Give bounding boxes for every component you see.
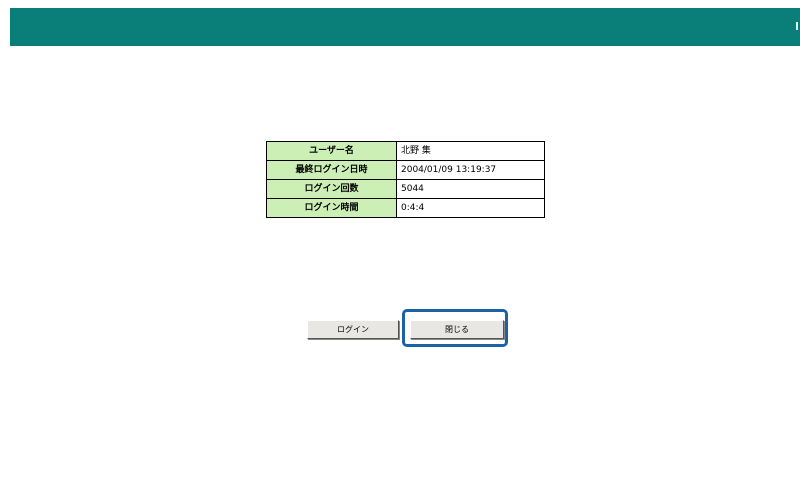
last-login-value: 2004/01/09 13:19:37 <box>396 160 545 180</box>
table-row: ログイン時間 0:4:4 <box>266 198 545 218</box>
login-info-table: ユーザー名 北野 集 最終ログイン日時 2004/01/09 13:19:37 … <box>266 141 545 218</box>
table-row: ログイン回数 5044 <box>266 179 545 199</box>
login-time-value: 0:4:4 <box>396 198 545 218</box>
login-time-label: ログイン時間 <box>266 198 397 218</box>
page: ユーザー名 北野 集 最終ログイン日時 2004/01/09 13:19:37 … <box>0 0 800 493</box>
login-count-label: ログイン回数 <box>266 179 397 199</box>
table-row: 最終ログイン日時 2004/01/09 13:19:37 <box>266 160 545 180</box>
last-login-label: 最終ログイン日時 <box>266 160 397 180</box>
login-button[interactable]: ログイン <box>307 320 399 339</box>
close-button[interactable]: 閉じる <box>410 320 504 339</box>
table-row: ユーザー名 北野 集 <box>266 141 545 161</box>
login-count-value: 5044 <box>396 179 545 199</box>
username-label: ユーザー名 <box>266 141 397 161</box>
header-bar <box>10 8 800 46</box>
username-value: 北野 集 <box>396 141 545 161</box>
